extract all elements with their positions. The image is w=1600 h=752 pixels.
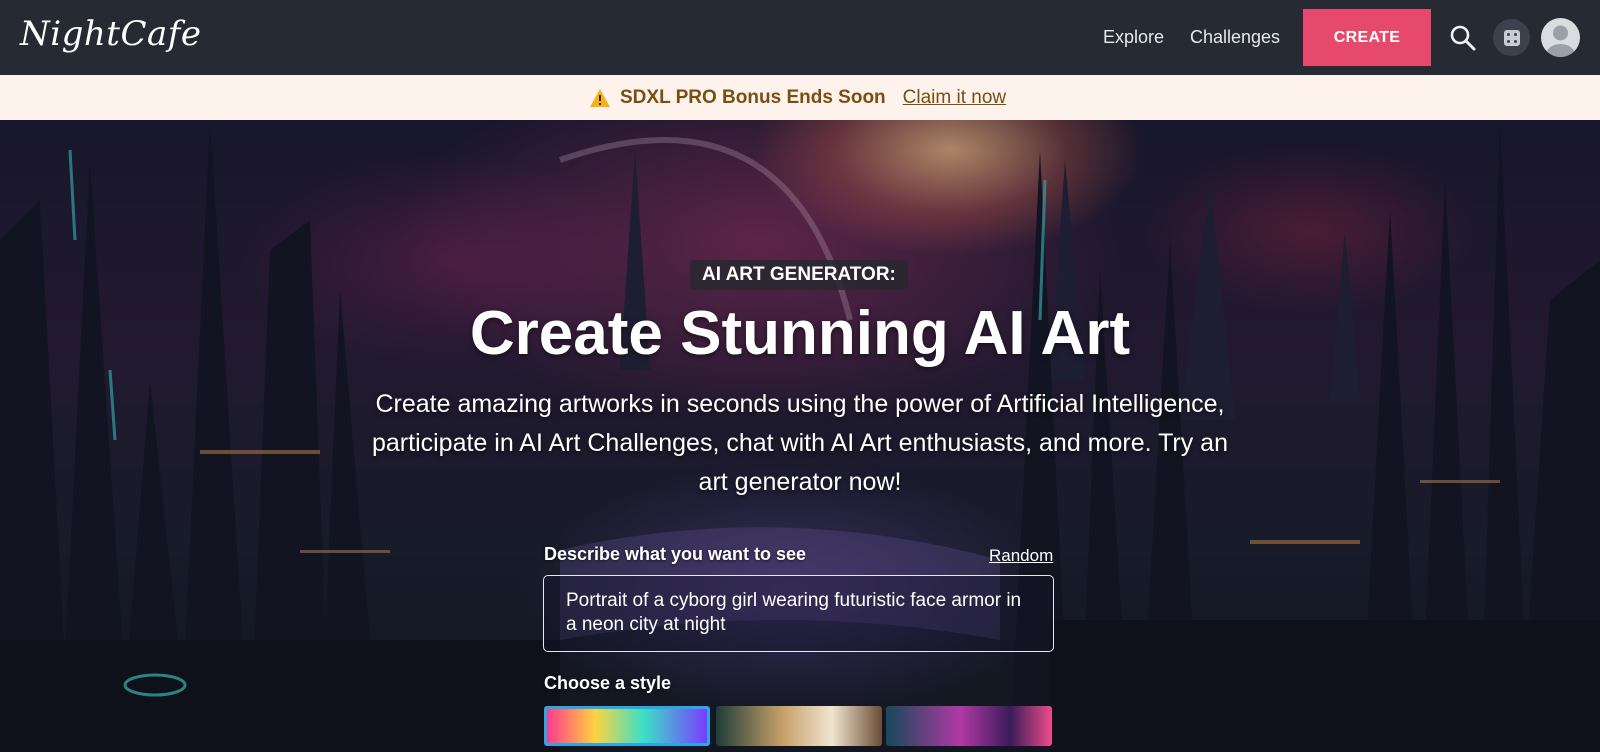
search-icon[interactable] [1449,24,1477,52]
create-button[interactable]: CREATE [1303,9,1431,66]
prompt-label: Describe what you want to see [544,544,807,564]
nav-link-explore[interactable]: Explore [1103,27,1164,48]
nav-link-challenges[interactable]: Challenges [1190,27,1280,48]
nightcafe-logo[interactable]: NightCafe [20,14,201,54]
generator-tag: AI ART GENERATOR: [690,260,908,290]
prompt-input[interactable]: Portrait of a cyborg girl wearing futuri… [543,575,1054,652]
style-label: Choose a style [544,673,672,693]
warning-icon [590,89,610,107]
banner-content: SDXL PRO Bonus Ends Soon Claim it now [589,87,1006,109]
top-nav: NightCafe Explore Challenges CREATE [0,0,1600,75]
claim-link[interactable]: Claim it now [903,87,1006,109]
style-thumbnail[interactable] [716,706,882,746]
hero-subtitle: Create amazing artworks in seconds using… [371,390,1228,496]
random-prompt-link[interactable]: Random [989,546,1053,566]
banner-text: SDXL PRO Bonus Ends Soon [620,87,886,108]
dice-icon[interactable] [1493,19,1530,56]
hero-section: AI ART GENERATOR: Create Stunning AI Art… [0,120,1600,752]
style-thumbnail-selected[interactable] [544,706,710,746]
avatar-icon[interactable] [1541,18,1580,57]
style-thumbnail[interactable] [886,706,1052,746]
hero-title: Create Stunning AI Art [469,299,1131,368]
promo-banner: SDXL PRO Bonus Ends Soon Claim it now [0,75,1600,120]
